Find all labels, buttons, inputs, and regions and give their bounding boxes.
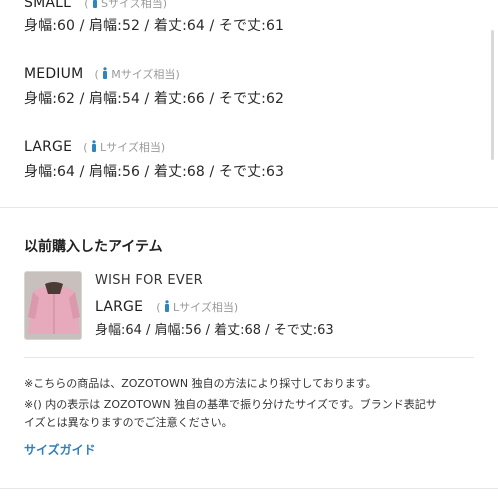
item-thumbnail[interactable] xyxy=(24,271,82,340)
size-name: SMALL xyxy=(24,0,72,11)
size-name: MEDIUM xyxy=(24,66,84,82)
size-row-medium: MEDIUM ( Mサイズ相当) xyxy=(24,66,180,82)
size-guide-link[interactable]: サイズガイド xyxy=(24,441,96,458)
size-hint: Sサイズ相当 xyxy=(101,0,163,10)
section-divider xyxy=(0,207,498,208)
jacket-image xyxy=(25,272,81,339)
person-icon xyxy=(165,300,170,312)
person-icon xyxy=(92,140,97,152)
scrollbar-thumb[interactable] xyxy=(491,30,494,160)
item-measurements: 身幅:64 / 肩幅:56 / 着丈:68 / そで丈:63 xyxy=(95,323,334,338)
size-row-small: SMALL ( Sサイズ相当) xyxy=(24,0,167,11)
previous-items-title: 以前購入したアイテム xyxy=(24,239,163,255)
size-name: LARGE xyxy=(95,299,144,315)
person-icon xyxy=(103,67,108,79)
person-icon xyxy=(93,0,98,8)
bottom-divider xyxy=(0,488,498,489)
size-measurements: 身幅:60 / 肩幅:52 / 着丈:64 / そで丈:61 xyxy=(24,18,284,34)
size-hint: Mサイズ相当 xyxy=(111,68,176,81)
item-size-row: LARGE ( Lサイズ相当) xyxy=(95,299,239,315)
size-measurements: 身幅:62 / 肩幅:54 / 着丈:66 / そで丈:62 xyxy=(24,91,284,107)
notes-divider xyxy=(24,357,474,358)
note-line: ※() 内の表示は ZOZOTOWN 独自の基準で振り分けたサイズです。ブランド… xyxy=(24,398,437,411)
size-row-large: LARGE ( Lサイズ相当) xyxy=(24,139,166,155)
size-measurements: 身幅:64 / 肩幅:56 / 着丈:68 / そで丈:63 xyxy=(24,164,284,180)
size-hint: Lサイズ相当 xyxy=(173,301,234,314)
size-name: LARGE xyxy=(24,139,73,155)
size-hint: Lサイズ相当 xyxy=(100,141,161,154)
note-line: ※こちらの商品は、ZOZOTOWN 独自の方法により採寸しております。 xyxy=(24,377,377,390)
note-line: イズとは異なりますのでご注意ください。 xyxy=(24,416,233,429)
item-name: WISH FOR EVER xyxy=(95,273,203,288)
